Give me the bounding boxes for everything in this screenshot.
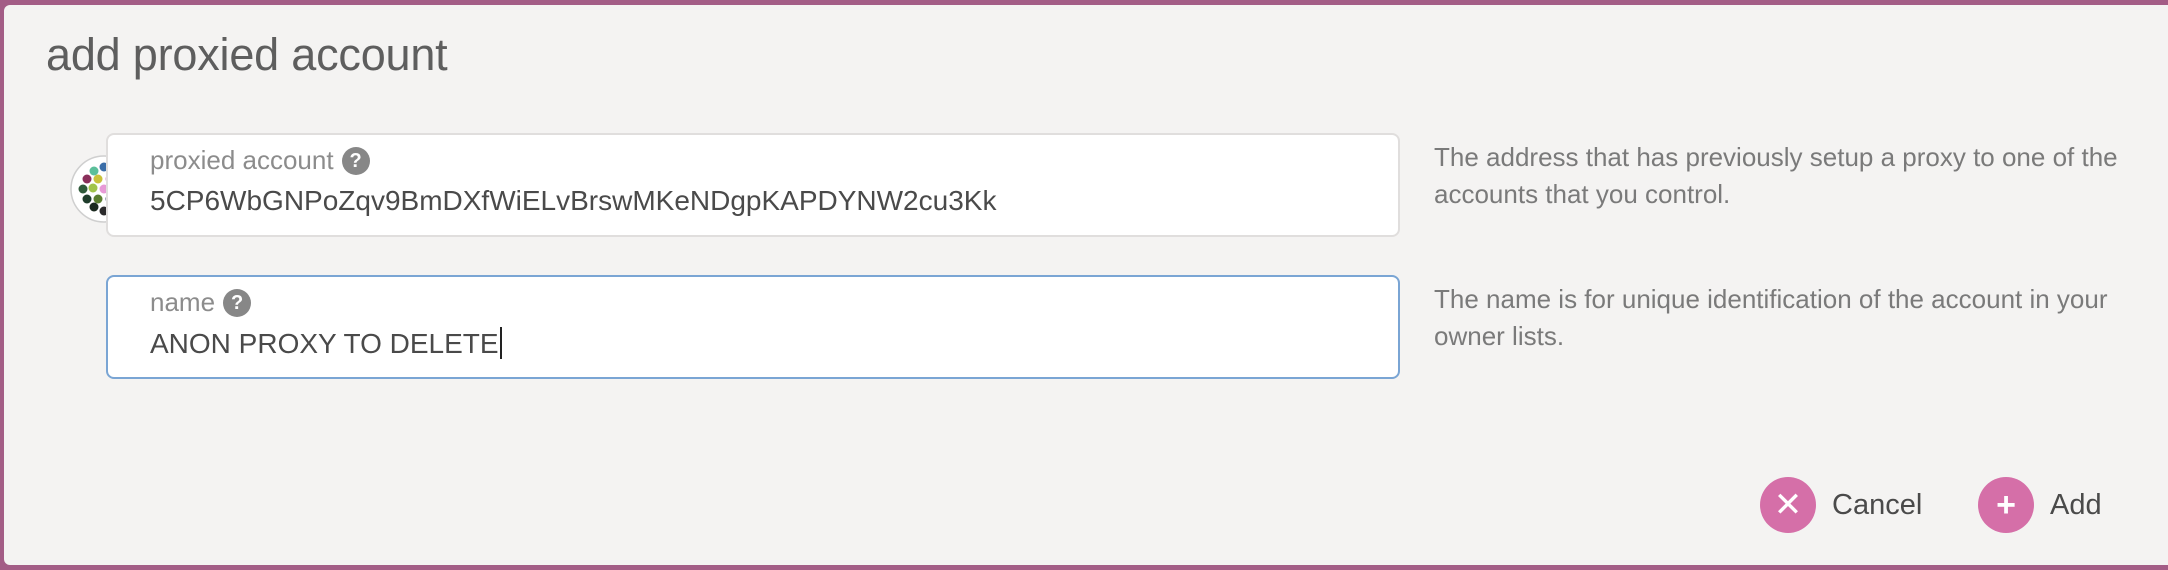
add-button[interactable]: + Add [1978,475,2102,535]
help-icon[interactable]: ? [223,288,252,317]
add-label: Add [2050,488,2102,521]
name-help: The name is for unique identification of… [1434,284,2108,351]
modal-title: add proxied account [46,29,448,80]
name-label-wrap: name ? [150,287,252,318]
help-icon[interactable]: ? [341,146,370,175]
close-icon: ✕ [1760,477,1816,533]
add-proxied-account-modal: add proxied account proxied account ? 5C… [4,5,2168,565]
plus-icon: + [1978,477,2034,533]
cancel-button[interactable]: ✕ Cancel [1760,475,1922,535]
proxied-account-input[interactable]: proxied account ? 5CP6WbGNPoZqv9BmDXfWiE… [106,133,1400,237]
proxied-account-help: The address that has previously setup a … [1434,142,2118,209]
cancel-label: Cancel [1832,488,1923,521]
proxied-account-label-wrap: proxied account ? [150,145,370,176]
name-row: name ? ANON PROXY TO DELETE [106,275,1400,379]
name-input[interactable]: name ? ANON PROXY TO DELETE [106,275,1400,379]
name-label: name [150,287,216,317]
name-value: ANON PROXY TO DELETE [150,328,499,359]
proxied-account-label: proxied account [150,145,334,175]
proxied-account-value: 5CP6WbGNPoZqv9BmDXfWiELvBrswMKeNDgpKAPDY… [150,185,997,216]
name-value-wrap: ANON PROXY TO DELETE [150,327,502,360]
text-caret [499,327,502,359]
proxied-account-row: proxied account ? 5CP6WbGNPoZqv9BmDXfWiE… [106,133,1400,237]
